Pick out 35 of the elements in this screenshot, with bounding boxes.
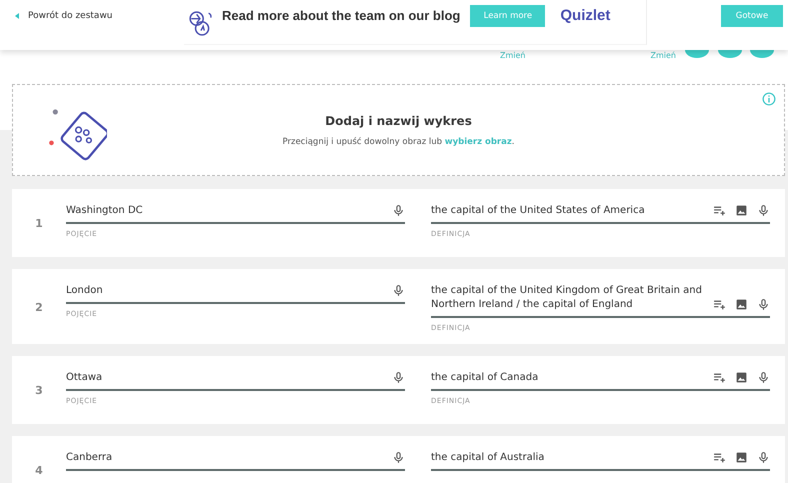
- term-field[interactable]: Canberra: [66, 449, 405, 471]
- add-list-icon[interactable]: [713, 451, 726, 464]
- microphone-icon[interactable]: [757, 298, 770, 311]
- microphone-icon[interactable]: [757, 204, 770, 217]
- card-number: 3: [34, 384, 44, 397]
- image-icon[interactable]: [735, 451, 748, 464]
- term-field[interactable]: Ottawa: [66, 369, 405, 391]
- image-icon[interactable]: [735, 371, 748, 384]
- back-arrow-icon: [14, 12, 20, 20]
- diagram-instructions: Przeciągnij i upuść dowolny obraz lub wybierz obraz.: [282, 136, 516, 146]
- card-number: 1: [34, 217, 44, 230]
- microphone-icon[interactable]: [757, 371, 770, 384]
- image-icon[interactable]: [735, 298, 748, 311]
- definition-field[interactable]: the capital of the United Kingdom of Great Britain and Northern Ireland / the capital of England: [431, 282, 770, 318]
- microphone-icon[interactable]: [757, 451, 770, 464]
- image-icon[interactable]: [735, 204, 748, 217]
- card-number: 4: [34, 464, 44, 477]
- term-field[interactable]: London: [66, 282, 405, 304]
- term-field[interactable]: Washington DC: [66, 202, 405, 224]
- microphone-icon[interactable]: [392, 371, 405, 384]
- definition-field[interactable]: the capital of the United States of America: [431, 202, 770, 224]
- diagram-title: Dodaj i nazwij wykres: [324, 114, 473, 128]
- microphone-icon[interactable]: [392, 451, 405, 464]
- ad-headline: Read more about the team on our blog: [222, 8, 460, 23]
- brand-logo: Quizlet: [560, 7, 610, 24]
- definition-field[interactable]: the capital of Australia: [431, 449, 770, 471]
- card-number: 2: [34, 300, 44, 314]
- microphone-icon[interactable]: [392, 204, 405, 217]
- definition-field[interactable]: the capital of Canada: [431, 369, 770, 391]
- team-logo-icon: [188, 10, 214, 36]
- microphone-icon[interactable]: [392, 284, 405, 297]
- back-link[interactable]: Powrót do zestawu: [14, 11, 184, 21]
- add-list-icon[interactable]: [713, 371, 726, 384]
- add-list-icon[interactable]: [713, 298, 726, 311]
- add-list-icon[interactable]: [713, 204, 726, 217]
